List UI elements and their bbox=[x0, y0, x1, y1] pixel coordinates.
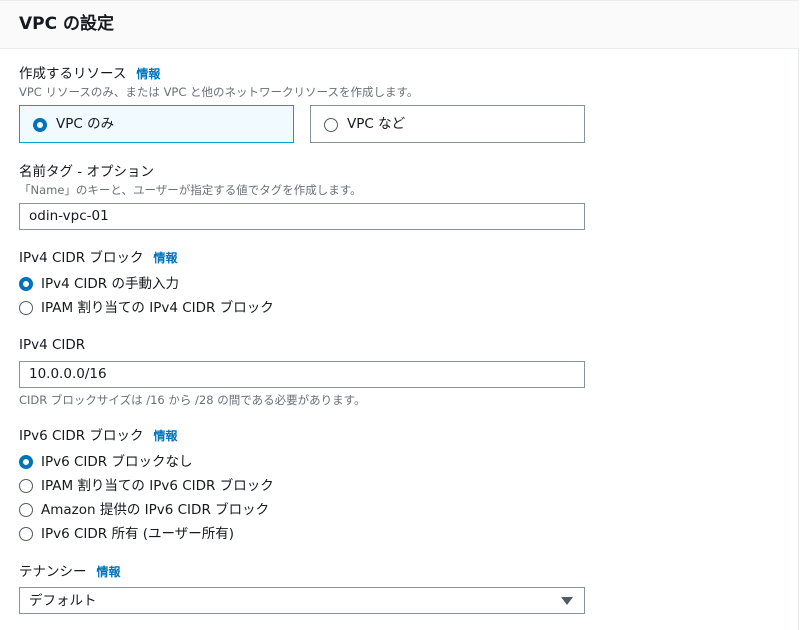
ipv4-cidr-label: IPv4 CIDR bbox=[19, 337, 86, 353]
ipv6-option-amazon-radio[interactable] bbox=[19, 503, 33, 517]
ipv4-option-ipam-radio[interactable] bbox=[19, 301, 33, 315]
tile-vpc-only-radio[interactable] bbox=[33, 118, 47, 132]
tenancy-info-link[interactable]: 情報 bbox=[97, 565, 121, 579]
tenancy-select-value: デフォルト bbox=[29, 593, 97, 609]
tile-vpc-and-more[interactable]: VPC など bbox=[310, 105, 585, 143]
ipv6-option-owned-label: IPv6 CIDR 所有 (ユーザー所有) bbox=[41, 526, 235, 542]
resources-info-link[interactable]: 情報 bbox=[136, 67, 160, 81]
ipv6-block-label: IPv6 CIDR ブロック 情報 bbox=[19, 427, 177, 445]
ipv6-block-label-text: IPv6 CIDR ブロック bbox=[19, 428, 144, 444]
ipv4-option-manual[interactable]: IPv4 CIDR の手動入力 bbox=[19, 274, 419, 294]
ipv4-option-manual-radio[interactable] bbox=[19, 277, 33, 291]
tile-vpc-and-more-radio[interactable] bbox=[324, 118, 338, 132]
vpc-settings-panel: VPC の設定 作成するリソース 情報 VPC リソースのみ、または VPC と他… bbox=[0, 0, 799, 630]
ipv4-cidr-hint: CIDR ブロックサイズは /16 から /28 の間である必要があります。 bbox=[19, 393, 366, 407]
ipv6-block-info-link[interactable]: 情報 bbox=[153, 429, 177, 443]
ipv6-option-amazon[interactable]: Amazon 提供の IPv6 CIDR ブロック bbox=[19, 500, 419, 520]
resources-description: VPC リソースのみ、または VPC と他のネットワークリソースを作成します。 bbox=[19, 85, 419, 99]
ipv4-block-info-link[interactable]: 情報 bbox=[153, 251, 177, 265]
resources-label: 作成するリソース 情報 bbox=[19, 65, 160, 83]
resources-label-text: 作成するリソース bbox=[19, 66, 127, 82]
ipv4-option-manual-label: IPv4 CIDR の手動入力 bbox=[41, 276, 179, 292]
ipv6-option-none-radio[interactable] bbox=[19, 455, 33, 469]
panel-header: VPC の設定 bbox=[0, 1, 799, 49]
ipv6-option-ipam-radio[interactable] bbox=[19, 479, 33, 493]
name-tag-label: 名前タグ - オプション bbox=[19, 164, 154, 180]
ipv4-option-ipam[interactable]: IPAM 割り当ての IPv4 CIDR ブロック bbox=[19, 298, 419, 318]
ipv4-cidr-input[interactable]: 10.0.0.0/16 bbox=[19, 361, 585, 388]
ipv6-option-ipam-label: IPAM 割り当ての IPv6 CIDR ブロック bbox=[41, 478, 274, 494]
caret-down-icon[interactable] bbox=[561, 597, 573, 605]
tenancy-label-text: テナンシー bbox=[19, 564, 87, 580]
ipv6-option-amazon-label: Amazon 提供の IPv6 CIDR ブロック bbox=[41, 502, 270, 518]
ipv6-option-none[interactable]: IPv6 CIDR ブロックなし bbox=[19, 452, 419, 472]
page-title: VPC の設定 bbox=[19, 14, 115, 34]
tile-vpc-only[interactable]: VPC のみ bbox=[19, 105, 294, 143]
name-tag-description: 「Name」のキーと、ユーザーが指定する値でタグを作成します。 bbox=[19, 183, 362, 197]
ipv4-block-label-text: IPv4 CIDR ブロック bbox=[19, 250, 144, 266]
tile-vpc-and-more-label: VPC など bbox=[347, 116, 406, 132]
ipv6-option-owned[interactable]: IPv6 CIDR 所有 (ユーザー所有) bbox=[19, 524, 419, 544]
ipv4-block-label: IPv4 CIDR ブロック 情報 bbox=[19, 249, 177, 267]
ipv6-option-owned-radio[interactable] bbox=[19, 527, 33, 541]
ipv6-option-ipam[interactable]: IPAM 割り当ての IPv6 CIDR ブロック bbox=[19, 476, 419, 496]
ipv4-option-ipam-label: IPAM 割り当ての IPv4 CIDR ブロック bbox=[41, 300, 274, 316]
tenancy-label: テナンシー 情報 bbox=[19, 563, 121, 581]
tenancy-select[interactable]: デフォルト bbox=[19, 587, 585, 614]
ipv6-option-none-label: IPv6 CIDR ブロックなし bbox=[41, 454, 193, 470]
name-tag-input[interactable]: odin-vpc-01 bbox=[19, 203, 585, 230]
tile-vpc-only-label: VPC のみ bbox=[56, 116, 115, 132]
